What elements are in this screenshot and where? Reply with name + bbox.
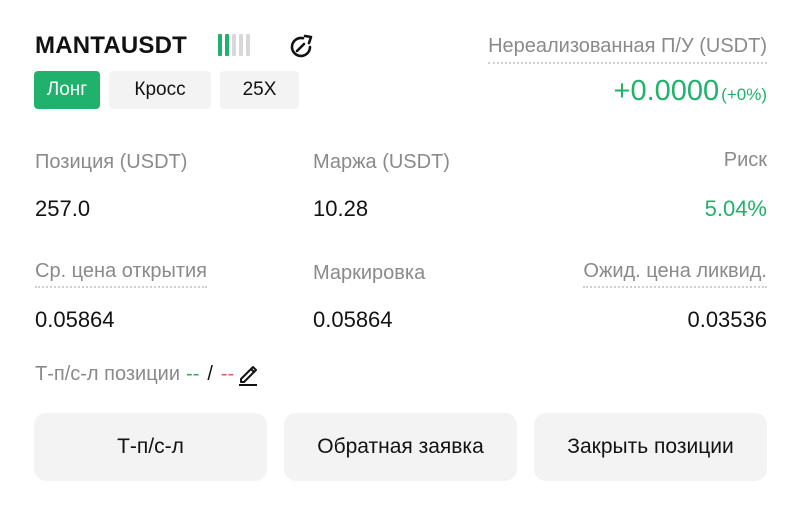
leverage-strength-bars xyxy=(218,34,250,56)
leverage-bar xyxy=(225,34,229,56)
sl-value: -- xyxy=(220,363,235,385)
position-label: Позиция (USDT) xyxy=(35,151,188,173)
liquidation-price-value: 0.03536 xyxy=(687,307,767,332)
margin-mode-tag[interactable]: Кросс xyxy=(109,71,211,109)
unrealized-pnl-value: +0.0000 (+0%) xyxy=(614,74,767,108)
tpsl-separator: / xyxy=(207,363,213,385)
risk-label: Риск xyxy=(723,149,767,171)
entry-price-label[interactable]: Ср. цена открытия xyxy=(35,259,208,288)
tpsl-row: Т-п/с-л позиции -- / -- xyxy=(35,362,260,386)
side-tag: Лонг xyxy=(34,71,100,109)
position-value: 257.0 xyxy=(35,196,91,221)
mark-price-value: 0.05864 xyxy=(313,307,393,332)
entry-price-value: 0.05864 xyxy=(35,307,115,332)
pencil-icon[interactable] xyxy=(236,362,260,386)
unrealized-pnl-label[interactable]: Нереализованная П/У (USDT) xyxy=(488,34,767,64)
margin-label: Маржа (USDT) xyxy=(313,151,450,173)
leverage-bar xyxy=(246,34,250,56)
tpsl-button[interactable]: Т-п/с-л xyxy=(34,413,267,481)
reverse-order-button[interactable]: Обратная заявка xyxy=(284,413,517,481)
tp-value: -- xyxy=(186,363,200,385)
leverage-bar xyxy=(218,34,222,56)
close-position-button[interactable]: Закрыть позиции xyxy=(534,413,767,481)
liquidation-price-label[interactable]: Ожид. цена ликвид. xyxy=(583,259,767,288)
unrealized-pnl-amount: +0.0000 xyxy=(613,75,720,107)
share-refresh-icon[interactable] xyxy=(286,32,316,62)
leverage-bar xyxy=(239,34,243,56)
risk-value: 5.04% xyxy=(704,196,767,221)
tpsl-label: Т-п/с-л позиции xyxy=(35,363,181,385)
leverage-tag[interactable]: 25X xyxy=(220,71,299,109)
symbol-title[interactable]: MANTAUSDT xyxy=(35,32,187,60)
leverage-bar xyxy=(232,34,236,56)
margin-value: 10.28 xyxy=(313,196,369,221)
unrealized-pnl-percent: (+0%) xyxy=(721,85,767,104)
mark-price-label: Маркировка xyxy=(313,262,426,284)
